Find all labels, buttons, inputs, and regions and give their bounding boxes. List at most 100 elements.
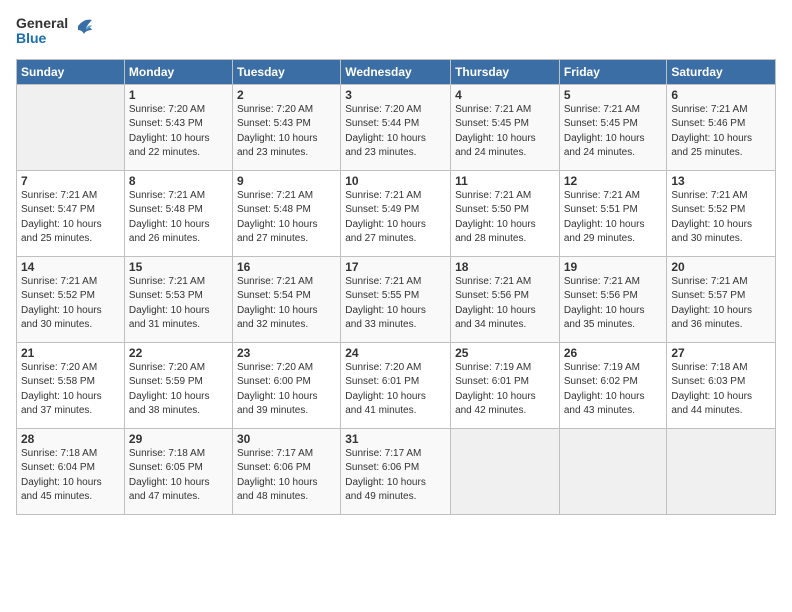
day-info: Sunrise: 7:21 AMSunset: 5:57 PMDaylight:…	[671, 275, 771, 333]
day-number: 24	[345, 346, 446, 360]
header: General Blue	[16, 16, 776, 47]
day-info: Sunrise: 7:21 AMSunset: 5:49 PMDaylight:…	[345, 189, 446, 247]
calendar-cell: 23Sunrise: 7:20 AMSunset: 6:00 PMDayligh…	[232, 342, 340, 428]
day-info: Sunrise: 7:21 AMSunset: 5:56 PMDaylight:…	[564, 275, 663, 333]
weekday-header-sunday: Sunday	[17, 59, 125, 84]
calendar-week-row: 28Sunrise: 7:18 AMSunset: 6:04 PMDayligh…	[17, 428, 776, 514]
calendar-cell: 7Sunrise: 7:21 AMSunset: 5:47 PMDaylight…	[17, 170, 125, 256]
day-info: Sunrise: 7:21 AMSunset: 5:50 PMDaylight:…	[455, 189, 555, 247]
day-number: 21	[21, 346, 120, 360]
calendar-cell: 20Sunrise: 7:21 AMSunset: 5:57 PMDayligh…	[667, 256, 776, 342]
calendar-cell: 21Sunrise: 7:20 AMSunset: 5:58 PMDayligh…	[17, 342, 125, 428]
calendar-cell: 25Sunrise: 7:19 AMSunset: 6:01 PMDayligh…	[451, 342, 560, 428]
day-number: 5	[564, 88, 663, 102]
day-number: 26	[564, 346, 663, 360]
day-info: Sunrise: 7:18 AMSunset: 6:03 PMDaylight:…	[671, 361, 771, 419]
calendar-cell: 2Sunrise: 7:20 AMSunset: 5:43 PMDaylight…	[232, 84, 340, 170]
calendar-header-row: SundayMondayTuesdayWednesdayThursdayFrid…	[17, 59, 776, 84]
day-info: Sunrise: 7:21 AMSunset: 5:52 PMDaylight:…	[21, 275, 120, 333]
weekday-header-wednesday: Wednesday	[341, 59, 451, 84]
day-info: Sunrise: 7:18 AMSunset: 6:05 PMDaylight:…	[129, 447, 228, 505]
calendar-cell: 26Sunrise: 7:19 AMSunset: 6:02 PMDayligh…	[559, 342, 667, 428]
calendar-cell	[559, 428, 667, 514]
calendar-cell: 30Sunrise: 7:17 AMSunset: 6:06 PMDayligh…	[232, 428, 340, 514]
day-number: 27	[671, 346, 771, 360]
day-info: Sunrise: 7:20 AMSunset: 5:58 PMDaylight:…	[21, 361, 120, 419]
calendar-cell: 28Sunrise: 7:18 AMSunset: 6:04 PMDayligh…	[17, 428, 125, 514]
calendar-cell: 5Sunrise: 7:21 AMSunset: 5:45 PMDaylight…	[559, 84, 667, 170]
day-number: 22	[129, 346, 228, 360]
weekday-header-monday: Monday	[124, 59, 232, 84]
calendar-cell	[451, 428, 560, 514]
day-info: Sunrise: 7:21 AMSunset: 5:45 PMDaylight:…	[455, 103, 555, 161]
calendar-cell: 19Sunrise: 7:21 AMSunset: 5:56 PMDayligh…	[559, 256, 667, 342]
calendar-cell: 6Sunrise: 7:21 AMSunset: 5:46 PMDaylight…	[667, 84, 776, 170]
day-number: 16	[237, 260, 336, 274]
day-number: 17	[345, 260, 446, 274]
day-info: Sunrise: 7:21 AMSunset: 5:51 PMDaylight:…	[564, 189, 663, 247]
calendar-cell: 1Sunrise: 7:20 AMSunset: 5:43 PMDaylight…	[124, 84, 232, 170]
day-number: 4	[455, 88, 555, 102]
day-number: 31	[345, 432, 446, 446]
day-info: Sunrise: 7:20 AMSunset: 5:43 PMDaylight:…	[129, 103, 228, 161]
day-info: Sunrise: 7:21 AMSunset: 5:48 PMDaylight:…	[129, 189, 228, 247]
day-info: Sunrise: 7:21 AMSunset: 5:55 PMDaylight:…	[345, 275, 446, 333]
calendar-table: SundayMondayTuesdayWednesdayThursdayFrid…	[16, 59, 776, 515]
logo-bird-icon	[70, 16, 92, 46]
calendar-cell: 8Sunrise: 7:21 AMSunset: 5:48 PMDaylight…	[124, 170, 232, 256]
day-number: 8	[129, 174, 228, 188]
calendar-cell: 22Sunrise: 7:20 AMSunset: 5:59 PMDayligh…	[124, 342, 232, 428]
day-number: 9	[237, 174, 336, 188]
calendar-week-row: 21Sunrise: 7:20 AMSunset: 5:58 PMDayligh…	[17, 342, 776, 428]
logo: General Blue	[16, 16, 92, 47]
calendar-cell: 13Sunrise: 7:21 AMSunset: 5:52 PMDayligh…	[667, 170, 776, 256]
day-number: 3	[345, 88, 446, 102]
calendar-cell: 4Sunrise: 7:21 AMSunset: 5:45 PMDaylight…	[451, 84, 560, 170]
calendar-cell: 11Sunrise: 7:21 AMSunset: 5:50 PMDayligh…	[451, 170, 560, 256]
calendar-cell: 14Sunrise: 7:21 AMSunset: 5:52 PMDayligh…	[17, 256, 125, 342]
day-number: 11	[455, 174, 555, 188]
calendar-cell: 16Sunrise: 7:21 AMSunset: 5:54 PMDayligh…	[232, 256, 340, 342]
day-info: Sunrise: 7:21 AMSunset: 5:53 PMDaylight:…	[129, 275, 228, 333]
logo-general: General	[16, 16, 68, 31]
calendar-cell	[667, 428, 776, 514]
day-info: Sunrise: 7:21 AMSunset: 5:52 PMDaylight:…	[671, 189, 771, 247]
weekday-header-friday: Friday	[559, 59, 667, 84]
calendar-cell: 27Sunrise: 7:18 AMSunset: 6:03 PMDayligh…	[667, 342, 776, 428]
day-info: Sunrise: 7:21 AMSunset: 5:48 PMDaylight:…	[237, 189, 336, 247]
day-number: 19	[564, 260, 663, 274]
calendar-cell: 18Sunrise: 7:21 AMSunset: 5:56 PMDayligh…	[451, 256, 560, 342]
calendar-cell	[17, 84, 125, 170]
day-info: Sunrise: 7:20 AMSunset: 6:01 PMDaylight:…	[345, 361, 446, 419]
calendar-week-row: 7Sunrise: 7:21 AMSunset: 5:47 PMDaylight…	[17, 170, 776, 256]
day-info: Sunrise: 7:20 AMSunset: 5:43 PMDaylight:…	[237, 103, 336, 161]
day-number: 30	[237, 432, 336, 446]
weekday-header-saturday: Saturday	[667, 59, 776, 84]
day-number: 13	[671, 174, 771, 188]
day-number: 1	[129, 88, 228, 102]
day-info: Sunrise: 7:17 AMSunset: 6:06 PMDaylight:…	[345, 447, 446, 505]
day-info: Sunrise: 7:21 AMSunset: 5:47 PMDaylight:…	[21, 189, 120, 247]
calendar-cell: 17Sunrise: 7:21 AMSunset: 5:55 PMDayligh…	[341, 256, 451, 342]
calendar-cell: 10Sunrise: 7:21 AMSunset: 5:49 PMDayligh…	[341, 170, 451, 256]
day-info: Sunrise: 7:20 AMSunset: 6:00 PMDaylight:…	[237, 361, 336, 419]
day-info: Sunrise: 7:21 AMSunset: 5:45 PMDaylight:…	[564, 103, 663, 161]
calendar-week-row: 14Sunrise: 7:21 AMSunset: 5:52 PMDayligh…	[17, 256, 776, 342]
calendar-cell: 29Sunrise: 7:18 AMSunset: 6:05 PMDayligh…	[124, 428, 232, 514]
day-info: Sunrise: 7:20 AMSunset: 5:44 PMDaylight:…	[345, 103, 446, 161]
day-info: Sunrise: 7:19 AMSunset: 6:01 PMDaylight:…	[455, 361, 555, 419]
day-number: 25	[455, 346, 555, 360]
day-number: 2	[237, 88, 336, 102]
logo-blue: Blue	[16, 31, 68, 46]
day-number: 23	[237, 346, 336, 360]
calendar-cell: 3Sunrise: 7:20 AMSunset: 5:44 PMDaylight…	[341, 84, 451, 170]
day-info: Sunrise: 7:20 AMSunset: 5:59 PMDaylight:…	[129, 361, 228, 419]
calendar-cell: 9Sunrise: 7:21 AMSunset: 5:48 PMDaylight…	[232, 170, 340, 256]
calendar-week-row: 1Sunrise: 7:20 AMSunset: 5:43 PMDaylight…	[17, 84, 776, 170]
day-number: 15	[129, 260, 228, 274]
day-number: 18	[455, 260, 555, 274]
day-number: 20	[671, 260, 771, 274]
page-container: General Blue SundayMondayTuesdayWednesda…	[0, 0, 792, 523]
day-info: Sunrise: 7:19 AMSunset: 6:02 PMDaylight:…	[564, 361, 663, 419]
day-number: 14	[21, 260, 120, 274]
